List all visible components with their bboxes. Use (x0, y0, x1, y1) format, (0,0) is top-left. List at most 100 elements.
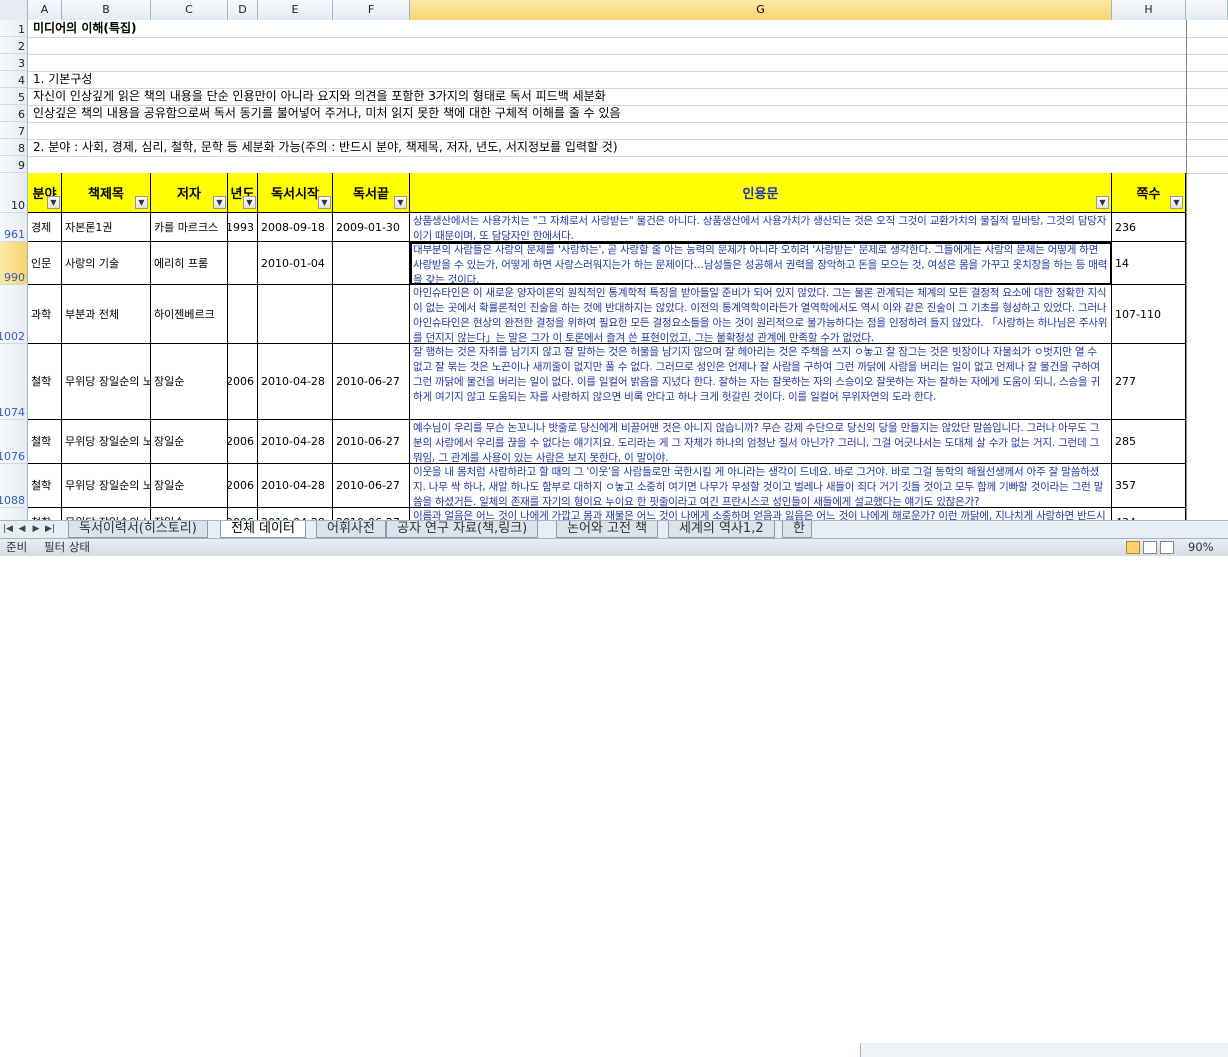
cell-start[interactable]: 2010-04-28 (258, 464, 333, 508)
horizontal-scrollbar[interactable] (860, 1043, 1228, 1057)
description-line-1[interactable]: 자신이 인상깊게 읽은 책의 내용을 단순 인용만이 아니라 요지와 의견을 포… (33, 88, 606, 105)
sheet-title[interactable]: 미디어의 이해(특집) (33, 20, 136, 37)
cell-author[interactable]: 장일순 (151, 420, 228, 464)
column-header-d[interactable]: D (228, 0, 258, 20)
row-header-1002[interactable]: 1002 (0, 285, 28, 344)
cell-title[interactable]: 무위당 장일순의 노 (62, 420, 151, 464)
cell-end[interactable]: 2010-06-27 (333, 420, 410, 464)
description-line-2[interactable]: 인상깊은 책의 내용을 공유함으로써 독서 동기를 불어넣어 주거나, 미처 읽… (33, 105, 621, 122)
filter-dropdown-icon[interactable]: ▼ (135, 196, 148, 209)
cell-title[interactable]: 사랑의 기술 (62, 242, 151, 285)
row-header-6[interactable]: 6 (0, 105, 28, 122)
cell-quote[interactable]: 상품생산에서는 사용가치는 "그 자체로서 사랑받는" 물건은 아니다. 상품생… (410, 213, 1112, 242)
cell-year[interactable]: 2006 (228, 344, 258, 420)
row-header-961[interactable]: 961 (0, 213, 28, 242)
normal-view-icon[interactable] (1126, 541, 1140, 554)
cell-end[interactable]: 2010-06-27 (333, 344, 410, 420)
column-header-empty[interactable] (1186, 0, 1228, 20)
row-header-10[interactable]: 10 (0, 173, 28, 213)
cell-title[interactable]: 부분과 전체 (62, 285, 151, 344)
last-sheet-icon[interactable]: ▶| (44, 522, 56, 537)
cell-page[interactable]: 277 (1112, 344, 1186, 420)
sheet-tab-confucius[interactable]: 공자 연구 자료(책,링크) (386, 521, 539, 538)
cell-year[interactable] (228, 285, 258, 344)
cell-end[interactable] (333, 285, 410, 344)
cell-title[interactable]: 무위당 장일순의 노 (62, 508, 151, 520)
page-break-view-icon[interactable] (1160, 541, 1174, 554)
filter-dropdown-icon[interactable]: ▼ (318, 196, 331, 209)
cell-author[interactable]: 하이젠베르크 (151, 285, 228, 344)
row-header-1[interactable]: 1 (0, 20, 28, 37)
cell-year[interactable] (228, 242, 258, 285)
filter-dropdown-icon[interactable]: ▼ (394, 196, 407, 209)
section-heading-2[interactable]: 2. 분야 : 사회, 경제, 심리, 철학, 문학 등 세분화 가능(주의 :… (33, 139, 618, 156)
sheet-tab-history[interactable]: 독서이력서(히스토리) (68, 521, 208, 538)
cell-year[interactable]: 2006 (228, 464, 258, 508)
row-header-9[interactable]: 9 (0, 156, 28, 173)
column-header-b[interactable]: B (62, 0, 151, 20)
spreadsheet-grid[interactable]: A B C D E F G H 1 2 3 4 5 6 7 8 9 10 961… (0, 0, 1228, 520)
cell-page[interactable]: 285 (1112, 420, 1186, 464)
cell-page[interactable]: 236 (1112, 213, 1186, 242)
filter-dropdown-icon[interactable]: ▼ (1170, 196, 1183, 209)
cell-start[interactable]: 2010-04-28 (258, 344, 333, 420)
cell-title[interactable]: 자본론1권 (62, 213, 151, 242)
cell-start[interactable]: 2008-09-18 (258, 213, 333, 242)
zoom-level[interactable]: 90% (1188, 539, 1214, 556)
sheet-tab-all-data[interactable]: 전체 데이터 (220, 521, 306, 538)
row-header-4[interactable]: 4 (0, 71, 28, 88)
filter-active-icon[interactable]: ▼ (1096, 196, 1109, 209)
next-sheet-icon[interactable]: ▶ (30, 522, 42, 537)
cell-quote[interactable]: 대부분의 사람들은 사랑의 문제를 '사랑하는', 곧 사랑할 줄 아는 능력의… (410, 242, 1112, 285)
cell-author[interactable]: 에리히 프롬 (151, 242, 228, 285)
row-header-5[interactable]: 5 (0, 88, 28, 105)
section-heading-1[interactable]: 1. 기본구성 (33, 71, 92, 88)
cell-page[interactable]: 107-110 (1112, 285, 1186, 344)
header-cell-quote[interactable]: 인용문 (410, 173, 1112, 213)
cell-author[interactable]: 장일순 (151, 344, 228, 420)
filter-dropdown-icon[interactable]: ▼ (243, 196, 256, 209)
cell-field[interactable]: 과학 (28, 285, 62, 344)
cell-page[interactable]: 14 (1112, 242, 1186, 285)
cell-start[interactable]: 2010-01-04 (258, 242, 333, 285)
filter-dropdown-icon[interactable]: ▼ (213, 196, 226, 209)
cell-quote[interactable]: 예수님이 우리를 무슨 논꼬니나 밧줄로 당신에게 비끌어맨 것은 아니지 않습… (410, 420, 1112, 464)
cell-field[interactable]: 철학 (28, 420, 62, 464)
cell-field[interactable]: 경제 (28, 213, 62, 242)
column-header-e[interactable]: E (258, 0, 333, 20)
cell-field[interactable]: 철학 (28, 464, 62, 508)
first-sheet-icon[interactable]: |◀ (2, 522, 14, 537)
sheet-tab-vocabulary[interactable]: 어휘사전 (316, 521, 386, 538)
cell-page[interactable]: 434 (1112, 508, 1186, 520)
cell-start[interactable]: 2010-04-28 (258, 420, 333, 464)
cell-year[interactable]: 1993 (228, 213, 258, 242)
row-header-1088[interactable]: 1088 (0, 464, 28, 508)
cell-field[interactable]: 철학 (28, 344, 62, 420)
sheet-tab-analects[interactable]: 논어와 고전 책 (556, 521, 659, 538)
cell-year[interactable]: 2006 (228, 508, 258, 520)
cell-quote[interactable]: 이름과 얼음은 어느 것이 나에게 가깝고 몸과 재물은 어느 것이 나에게 소… (410, 508, 1112, 520)
column-header-h[interactable]: H (1112, 0, 1186, 20)
cell-page[interactable]: 357 (1112, 464, 1186, 508)
row-header-3[interactable]: 3 (0, 54, 28, 71)
cell-start[interactable]: 2010-04-28 (258, 508, 333, 520)
column-header-g[interactable]: G (410, 0, 1112, 20)
cell-author[interactable]: 장일순 (151, 508, 228, 520)
prev-sheet-icon[interactable]: ◀ (16, 522, 28, 537)
cell-quote[interactable]: 이웃을 내 몸처럼 사랑하라고 할 때의 그 '이웃'을 사람들로만 국한시킬 … (410, 464, 1112, 508)
row-header-1076[interactable]: 1076 (0, 420, 28, 464)
cell-field[interactable]: 인문 (28, 242, 62, 285)
sheet-tab-world-history[interactable]: 세계의 역사1,2 (668, 521, 775, 538)
cell-end[interactable]: 2009-01-30 (333, 213, 410, 242)
column-header-a[interactable]: A (28, 0, 62, 20)
cell-author[interactable]: 카를 마르크스 (151, 213, 228, 242)
column-header-c[interactable]: C (151, 0, 228, 20)
cell-title[interactable]: 무위당 장일순의 노 (62, 464, 151, 508)
cell-start[interactable] (258, 285, 333, 344)
cell-title[interactable]: 무위당 장일순의 노 (62, 344, 151, 420)
row-header-7[interactable]: 7 (0, 122, 28, 139)
page-layout-view-icon[interactable] (1143, 541, 1157, 554)
sheet-tab-truncated[interactable]: 한 (782, 521, 812, 538)
column-header-f[interactable]: F (333, 0, 410, 20)
cell-year[interactable]: 2006 (228, 420, 258, 464)
